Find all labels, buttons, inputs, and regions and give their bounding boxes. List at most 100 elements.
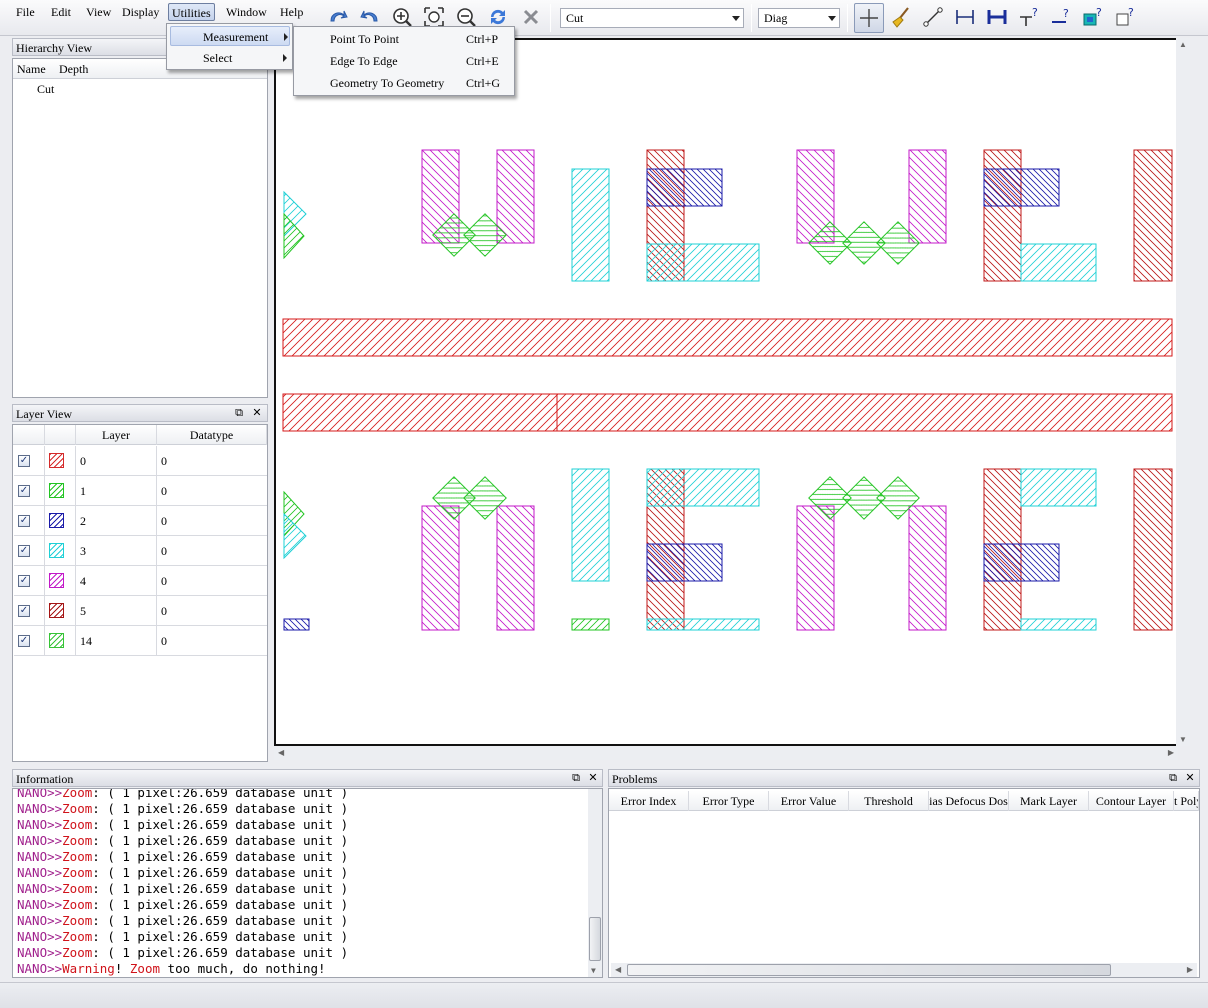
menu-edit[interactable]: Edit [48,3,74,21]
layer-color-swatch[interactable] [49,603,64,618]
tree-item-cut[interactable]: Cut [37,81,54,97]
ruler-query2-icon[interactable]: ? [1048,4,1074,30]
log-scroll-thumb[interactable] [589,917,601,961]
layer-visible-checkbox[interactable]: ✓ [18,485,30,497]
point-to-point-label: Point To Point [330,32,399,46]
layer-row[interactable]: ✓ 1 0 [14,476,267,506]
column-error-index[interactable]: Error Index [609,791,689,811]
layout-canvas[interactable] [274,38,1182,746]
layer-datatype: 0 [161,634,167,648]
status-bar [0,982,1208,1008]
column-layer[interactable]: Layer [76,425,157,445]
layer-visible-checkbox[interactable]: ✓ [18,455,30,467]
canvas-vertical-scrollbar[interactable]: ▲ ▼ [1176,38,1190,746]
scroll-up-icon[interactable]: ▲ [1179,40,1187,49]
layer-number: 4 [76,566,157,596]
layer-color-swatch[interactable] [49,453,64,468]
scroll-down-icon[interactable]: ▼ [1179,735,1187,744]
scroll-down-icon[interactable]: ▼ [591,966,596,975]
ruler-edge-icon[interactable] [952,4,978,30]
ruler-point-icon[interactable] [920,4,946,30]
mode-select-combo[interactable]: Diag [758,8,840,28]
menu-item-select[interactable]: Select [170,48,290,68]
geometry-to-geometry-label: Geometry To Geometry [330,76,445,90]
problems-title: Problems ⧉ ✕ [608,769,1200,787]
scroll-left-icon[interactable]: ◀ [278,748,284,757]
measurement-submenu: Point To Point Ctrl+P Edge To Edge Ctrl+… [293,26,515,96]
column-datatype[interactable]: Datatype [157,425,267,445]
menu-item-point-to-point[interactable]: Point To Point Ctrl+P [296,29,512,49]
column-depth[interactable]: Depth [59,59,88,79]
cell-select-value: Cut [566,11,584,25]
layer-row[interactable]: ✓ 4 0 [14,566,267,596]
column-bias-defocus-dose[interactable]: ias Defocus Dos [929,791,1009,811]
close-icon[interactable]: ✕ [587,772,599,784]
layer-view-title-text: Layer View [16,407,73,421]
cancel-icon[interactable] [518,4,544,30]
scroll-left-icon[interactable]: ◀ [615,965,621,974]
log-vertical-scrollbar[interactable]: ▼ [588,789,602,977]
submenu-arrow-icon [284,33,288,41]
scroll-right-icon[interactable]: ▶ [1187,965,1193,974]
canvas-horizontal-scrollbar[interactable]: ◀ ▶ [274,746,1178,760]
column-poly[interactable]: t Poly [1174,791,1199,811]
column-error-type[interactable]: Error Type [689,791,769,811]
column-contour-layer[interactable]: Contour Layer [1089,791,1174,811]
float-panel-icon[interactable]: ⧉ [233,407,245,419]
layer-color-swatch[interactable] [49,483,64,498]
layer-visible-checkbox[interactable]: ✓ [18,575,30,587]
column-mark-layer[interactable]: Mark Layer [1009,791,1089,811]
layer-number: 5 [76,596,157,626]
float-panel-icon[interactable]: ⧉ [570,772,582,784]
menu-item-measurement[interactable]: Measurement [170,26,290,46]
layer-visible-checkbox[interactable]: ✓ [18,605,30,617]
information-title: Information ⧉ ✕ [12,769,603,787]
layer-number: 3 [76,536,157,566]
layer-row[interactable]: ✓ 14 0 [14,626,267,656]
layer-row[interactable]: ✓ 2 0 [14,506,267,536]
close-icon[interactable]: ✕ [251,407,263,419]
layer-row[interactable]: ✓ 0 0 [14,446,267,476]
layer-row[interactable]: ✓ 5 0 [14,596,267,626]
layer-datatype: 0 [161,514,167,528]
log-line: NANO>>Zoom: ( 1 pixel:26.659 database un… [17,817,349,832]
menu-window[interactable]: Window [223,3,270,21]
layer-visible-checkbox[interactable]: ✓ [18,545,30,557]
geometry-query-icon[interactable]: ? [1080,4,1106,30]
layer-row[interactable]: ✓ 3 0 [14,536,267,566]
layer-color-swatch[interactable] [49,573,64,588]
layer-datatype: 0 [161,604,167,618]
column-threshold[interactable]: Threshold [849,791,929,811]
problems-scroll-thumb[interactable] [627,964,1111,976]
column-name[interactable]: Name [17,59,46,79]
information-log[interactable]: NANO>>Zoom: ( 1 pixel:26.659 database un… [12,788,603,978]
layer-color-swatch[interactable] [49,633,64,648]
problems-horizontal-scrollbar[interactable]: ◀ ▶ [611,963,1197,977]
menu-file[interactable]: File [13,3,38,21]
cell-select-combo[interactable]: Cut [560,8,744,28]
ruler-query-icon[interactable]: ? [1016,4,1042,30]
scroll-right-icon[interactable]: ▶ [1168,748,1174,757]
close-icon[interactable]: ✕ [1184,772,1196,784]
menu-utilities[interactable]: Utilities [168,3,215,21]
menu-item-edge-to-edge[interactable]: Edge To Edge Ctrl+E [296,51,512,71]
menu-display[interactable]: Display [119,3,162,21]
broom-icon[interactable] [888,4,914,30]
layer-visible-checkbox[interactable]: ✓ [18,515,30,527]
svg-text:?: ? [1063,7,1069,20]
log-line: NANO>>Zoom: ( 1 pixel:26.659 database un… [17,897,349,912]
layer-visible-checkbox[interactable]: ✓ [18,635,30,647]
polygon-query-icon[interactable]: ? [1112,4,1138,30]
layer-color-swatch[interactable] [49,543,64,558]
layer-color-swatch[interactable] [49,513,64,528]
mode-select-value: Diag [764,11,788,25]
menu-item-geometry-to-geometry[interactable]: Geometry To Geometry Ctrl+G [296,73,512,93]
select-cross-icon[interactable] [854,3,884,33]
menu-view[interactable]: View [83,3,114,21]
float-panel-icon[interactable]: ⧉ [1167,772,1179,784]
problems-title-text: Problems [612,772,658,786]
chevron-down-icon [732,16,740,21]
ruler-edge-bold-icon[interactable] [984,4,1010,30]
menu-help[interactable]: Help [277,3,306,21]
column-error-value[interactable]: Error Value [769,791,849,811]
